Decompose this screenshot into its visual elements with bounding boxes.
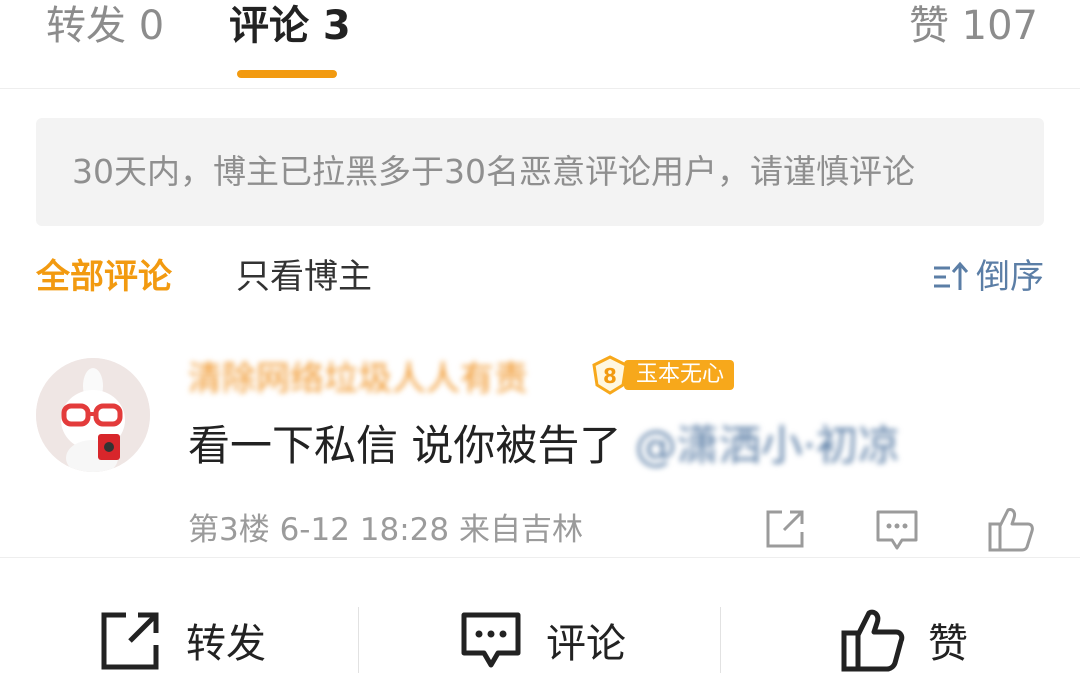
repost-label: 转发 bbox=[186, 621, 266, 667]
mention-link[interactable]: @潇洒小·初凉 bbox=[635, 421, 900, 470]
sort-icon bbox=[934, 261, 969, 290]
user-badge[interactable]: 8 玉本无心 bbox=[590, 355, 735, 395]
active-tab-indicator bbox=[237, 70, 337, 78]
tab-likes[interactable]: 赞 107 bbox=[909, 2, 1038, 50]
like-button[interactable]: 赞 bbox=[840, 605, 968, 675]
username[interactable]: 清除网络垃圾人人有责 bbox=[188, 358, 528, 400]
badge-label: 玉本无心 bbox=[624, 360, 735, 390]
shield-icon: 8 bbox=[590, 355, 630, 395]
comment-text: 看一下私信 说你被告了 bbox=[188, 421, 635, 470]
divider bbox=[720, 607, 721, 673]
avatar[interactable] bbox=[36, 358, 150, 472]
like-icon bbox=[841, 609, 905, 672]
divider bbox=[0, 88, 1080, 89]
comment-meta: 第3楼 6-12 18:28 来自吉林 bbox=[188, 512, 583, 548]
like-icon[interactable] bbox=[986, 504, 1036, 554]
username-text: 清除网络垃圾人人有责 bbox=[188, 359, 528, 399]
share-icon[interactable] bbox=[760, 504, 810, 554]
notice-text: 30天内，博主已拉黑多于30名恶意评论用户，请谨慎评论 bbox=[72, 152, 915, 191]
divider bbox=[0, 557, 1080, 558]
comment-label: 评论 bbox=[546, 621, 626, 667]
tab-repost[interactable]: 转发 0 bbox=[46, 2, 164, 50]
like-label: 赞 bbox=[928, 621, 968, 667]
filter-author-only[interactable]: 只看博主 bbox=[236, 256, 372, 298]
sort-label: 倒序 bbox=[976, 257, 1044, 297]
repost-button[interactable]: 转发 bbox=[98, 605, 266, 675]
bunny-avatar-icon bbox=[36, 358, 150, 472]
comment-body: 看一下私信 说你被告了 @潇洒小·初凉 bbox=[188, 420, 900, 472]
comment-button[interactable]: 评论 bbox=[458, 605, 626, 675]
filter-all-comments[interactable]: 全部评论 bbox=[36, 256, 172, 298]
comment-icon bbox=[461, 612, 521, 668]
divider bbox=[358, 607, 359, 673]
notice-banner: 30天内，博主已拉黑多于30名恶意评论用户，请谨慎评论 bbox=[36, 118, 1044, 226]
tab-comments[interactable]: 评论 3 bbox=[229, 2, 351, 50]
bottom-action-bar: 转发 评论 赞 bbox=[0, 575, 1080, 692]
badge-level: 8 bbox=[603, 364, 617, 388]
sort-toggle[interactable]: 倒序 bbox=[932, 256, 1044, 298]
reply-icon[interactable] bbox=[872, 504, 922, 554]
share-icon bbox=[101, 612, 159, 670]
